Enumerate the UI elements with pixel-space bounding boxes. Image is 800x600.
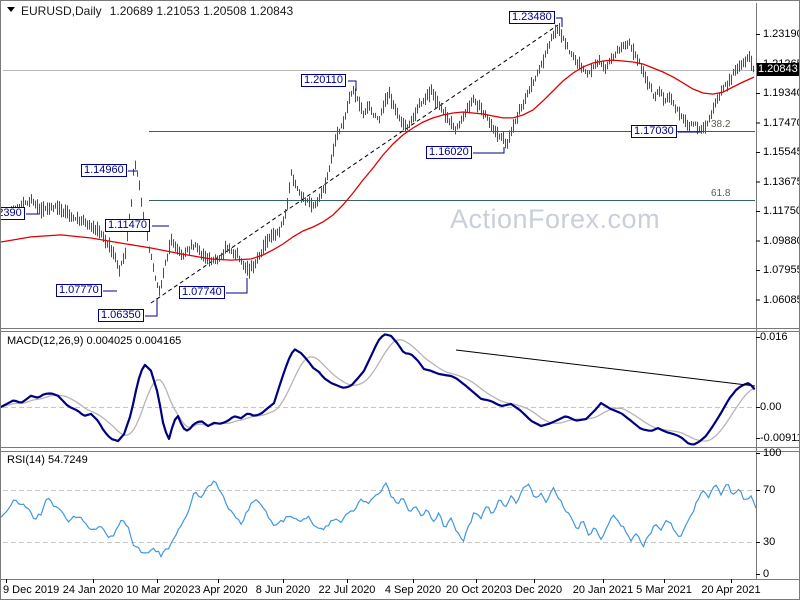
watermark: ActionForex.com	[450, 204, 661, 234]
chart-symbol-label: EURUSD,Daily	[21, 4, 102, 18]
date-axis-label[interactable]: 8 Jun 2020	[248, 584, 318, 596]
current-price-badge: 1.20843	[757, 63, 799, 76]
rsi-value: 54.7249	[47, 454, 88, 466]
date-axis-label[interactable]: 10 Mar 2020	[122, 584, 192, 596]
rsi-axis-label[interactable]: 30	[763, 536, 775, 548]
price-axis-label[interactable]: 1.19340	[763, 87, 799, 99]
macd-signal-line	[1, 338, 755, 442]
price-axis-label[interactable]: 1.06085	[763, 294, 799, 306]
rsi-axis-label[interactable]: 100	[763, 447, 781, 459]
rsi-indicator-label: RSI(14) 54.7249	[7, 454, 88, 466]
price-callout[interactable]: 1.12390	[1, 207, 25, 220]
price-callout[interactable]: 1.07770	[56, 284, 102, 297]
chart-title-bar: EURUSD,Daily 1.20689 1.21053 1.20508 1.20…	[21, 4, 293, 18]
price-callout[interactable]: 1.20110	[301, 74, 346, 87]
price-callout[interactable]: 1.14960	[81, 164, 127, 177]
fib-level-label: 61.8	[711, 188, 731, 199]
rsi-line	[1, 480, 757, 558]
callout-connector	[226, 278, 248, 294]
price-axis-label[interactable]: 1.09880	[763, 235, 799, 247]
macd-label: MACD(12,26,9)	[7, 335, 84, 347]
chart-canvas[interactable]	[1, 1, 799, 599]
price-axis-label[interactable]: 1.11750	[763, 205, 799, 217]
symbol-dropdown-icon[interactable]	[7, 7, 15, 12]
date-axis-label[interactable]: 9 Dec 2019	[3, 584, 59, 596]
price-callout[interactable]: 1.07740	[179, 286, 225, 299]
price-axis-label[interactable]: 1.13675	[763, 176, 799, 188]
price-callout[interactable]: 1.23480	[509, 11, 555, 24]
chart-ohlc-values: 1.20689 1.21053 1.20508 1.20843	[109, 4, 294, 18]
macd-indicator-label: MACD(12,26,9) 0.004025 0.004165	[7, 335, 181, 347]
macd-axis-label[interactable]: 0.00	[760, 401, 781, 413]
date-axis-label[interactable]: 20 Jan 2021	[568, 584, 638, 596]
price-callout[interactable]: 1.06350	[98, 309, 144, 322]
callout-connector	[348, 80, 357, 91]
price-callout[interactable]: 1.16020	[426, 146, 472, 159]
price-axis-label[interactable]: 1.07955	[763, 264, 799, 276]
callout-connector	[473, 147, 505, 154]
rsi-axis-label[interactable]: 70	[763, 484, 775, 496]
date-axis-label[interactable]: 23 Apr 2020	[183, 584, 253, 596]
price-callout[interactable]: 1.11470	[105, 219, 150, 232]
callout-connector	[145, 298, 158, 317]
date-axis-label[interactable]: 20 Apr 2021	[696, 584, 766, 596]
fib-level-label: 38.2	[711, 119, 731, 130]
price-trendline	[150, 24, 559, 304]
price-axis-label[interactable]: 1.23190	[763, 28, 799, 40]
date-axis-label[interactable]: 5 Mar 2021	[629, 584, 699, 596]
chart-window: EURUSD,Daily 1.20689 1.21053 1.20508 1.20…	[0, 0, 800, 600]
rsi-axis-label[interactable]: 0	[763, 568, 769, 580]
macd-trendline	[455, 349, 756, 387]
date-axis-label[interactable]: 3 Dec 2020	[499, 584, 569, 596]
rsi-label: RSI(14)	[7, 454, 45, 466]
price-callout[interactable]: 1.17030	[631, 125, 677, 138]
macd-values: 0.004025 0.004165	[86, 335, 182, 347]
date-axis-label[interactable]: 4 Sep 2020	[378, 584, 448, 596]
date-axis-label[interactable]: 22 Jul 2020	[312, 584, 382, 596]
date-axis-label[interactable]: 24 Jan 2020	[58, 584, 128, 596]
macd-axis-label[interactable]: 0.016	[760, 331, 788, 343]
price-axis-label[interactable]: 1.17470	[763, 117, 799, 129]
price-axis-label[interactable]: 1.15545	[763, 146, 799, 158]
macd-axis-label[interactable]: -0.009116	[760, 432, 799, 444]
